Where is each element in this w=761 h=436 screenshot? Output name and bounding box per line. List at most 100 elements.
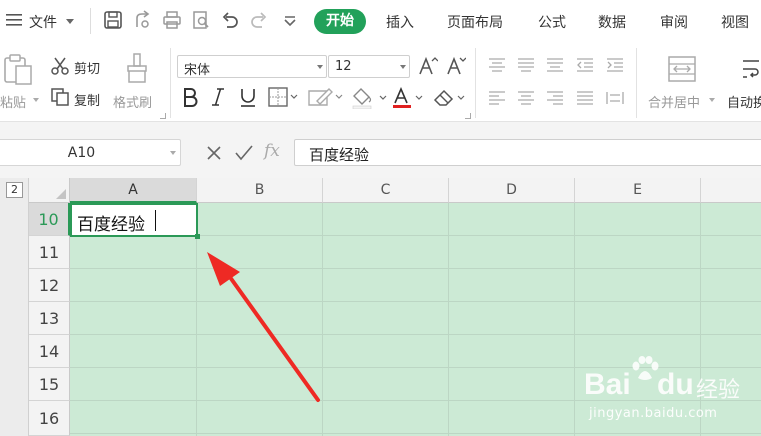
tab-view[interactable]: 视图: [721, 12, 749, 32]
decrease-font-size-icon[interactable]: [446, 56, 466, 76]
font-size-value: 12: [335, 59, 352, 74]
row-header-12[interactable]: 12: [29, 269, 70, 302]
align-right-icon[interactable]: [546, 91, 564, 105]
tab-data[interactable]: 数据: [598, 12, 626, 32]
name-box[interactable]: A10: [0, 139, 181, 166]
row-header-16[interactable]: 16: [29, 401, 70, 436]
fill-color-icon[interactable]: [350, 87, 390, 109]
baidu-jingyan-watermark: Bai du 经验 jingyan.baidu.com: [584, 356, 761, 436]
spreadsheet-grid: 2 A B C D E 10 11 12 13 14 15 16 百度经验 Ba…: [0, 178, 761, 436]
paste-chevron-down-icon[interactable]: [33, 98, 39, 102]
separator: [90, 8, 91, 34]
underline-icon[interactable]: [238, 87, 258, 107]
font-color-icon[interactable]: [392, 87, 428, 109]
increase-indent-icon[interactable]: [606, 58, 624, 72]
align-top-icon[interactable]: [488, 58, 506, 72]
export-icon[interactable]: [133, 10, 153, 30]
distributed-align-icon[interactable]: [606, 91, 624, 105]
merge-center-icon[interactable]: [667, 54, 697, 84]
column-header-d[interactable]: D: [449, 178, 575, 203]
confirm-check-icon[interactable]: [234, 144, 254, 162]
align-bottom-icon[interactable]: [546, 58, 564, 72]
bold-icon[interactable]: [181, 87, 199, 107]
insert-function-button[interactable]: fx: [264, 141, 280, 161]
copy-button[interactable]: 复制: [74, 90, 100, 109]
formula-bar: A10 fx 百度经验: [0, 122, 761, 179]
align-middle-icon[interactable]: [517, 58, 535, 72]
paste-icon[interactable]: [2, 52, 34, 86]
tab-insert[interactable]: 插入: [386, 12, 414, 32]
print-preview-icon[interactable]: [191, 10, 211, 30]
auto-wrap-button[interactable]: 自动换: [727, 92, 761, 111]
outline-gutter: [0, 178, 29, 436]
wrap-text-icon[interactable]: [741, 57, 761, 83]
tab-review[interactable]: 审阅: [660, 12, 688, 32]
cell-style-icon[interactable]: [307, 87, 343, 107]
hamburger-menu-icon[interactable]: [6, 13, 22, 27]
group-divider: [170, 48, 171, 118]
row-header-13[interactable]: 13: [29, 302, 70, 335]
formula-input-value: 百度经验: [309, 146, 370, 164]
scissors-icon: [51, 57, 69, 75]
merge-center-chevron-down-icon[interactable]: [709, 98, 715, 102]
print-icon[interactable]: [162, 10, 182, 30]
row-header-10[interactable]: 10: [29, 203, 70, 236]
column-header-c[interactable]: C: [323, 178, 449, 203]
text-cursor: [155, 210, 156, 231]
watermark-brand-cn: 经验: [696, 378, 741, 403]
cut-button[interactable]: 剪切: [74, 58, 100, 77]
increase-font-size-icon[interactable]: [418, 56, 438, 76]
file-menu[interactable]: 文件: [29, 12, 57, 32]
red-arrow-annotation: [207, 252, 320, 402]
justify-icon[interactable]: [576, 91, 594, 105]
column-header-e[interactable]: E: [575, 178, 701, 203]
column-header-b[interactable]: B: [197, 178, 323, 203]
tab-formulas[interactable]: 公式: [538, 12, 566, 32]
format-painter-icon: [127, 53, 147, 83]
paste-button[interactable]: 粘贴: [0, 92, 26, 111]
clear-format-eraser-icon[interactable]: [432, 87, 468, 109]
decrease-indent-icon[interactable]: [576, 58, 594, 72]
font-size-select[interactable]: 12: [328, 55, 410, 78]
align-center-icon[interactable]: [517, 91, 535, 105]
redo-icon[interactable]: [249, 10, 269, 30]
borders-icon[interactable]: [268, 87, 298, 107]
row-header-15[interactable]: 15: [29, 368, 70, 401]
group-divider: [475, 48, 476, 118]
copy-icon: [51, 88, 69, 106]
fill-handle[interactable]: [195, 234, 200, 239]
quick-access-more-icon[interactable]: [280, 10, 300, 30]
cancel-icon[interactable]: [206, 145, 222, 161]
font-name-chevron-down-icon[interactable]: [317, 65, 323, 69]
tab-home[interactable]: 开始: [314, 9, 366, 34]
undo-icon[interactable]: [220, 10, 240, 30]
clipboard-dialog-launcher-icon[interactable]: [160, 113, 166, 119]
font-size-chevron-down-icon[interactable]: [400, 65, 406, 69]
format-painter-button[interactable]: 格式刷: [113, 92, 152, 111]
cell-a10-value: 百度经验: [77, 215, 145, 235]
row-header-14[interactable]: 14: [29, 335, 70, 368]
file-menu-chevron-icon[interactable]: [66, 19, 74, 24]
italic-icon[interactable]: [210, 87, 226, 107]
name-box-chevron-down-icon[interactable]: [170, 151, 176, 155]
gridline: [70, 268, 761, 269]
active-cell-a10[interactable]: 百度经验: [70, 203, 198, 237]
formula-input[interactable]: 百度经验: [294, 139, 761, 166]
save-icon[interactable]: [103, 10, 123, 30]
select-all-corner[interactable]: [29, 178, 70, 203]
font-dialog-launcher-icon[interactable]: [465, 113, 471, 119]
font-name-select[interactable]: 宋体: [177, 55, 327, 78]
outline-level-button[interactable]: 2: [6, 182, 23, 198]
align-left-icon[interactable]: [488, 91, 506, 105]
watermark-brand-right: du: [657, 368, 694, 401]
row-header-11[interactable]: 11: [29, 236, 70, 269]
gridline: [70, 334, 761, 335]
column-header-a[interactable]: A: [70, 178, 197, 203]
ribbon-home: 粘贴 剪切 复制 格式刷 宋体 12 合并居中 自动换: [0, 42, 761, 122]
tab-page-layout[interactable]: 页面布局: [447, 12, 503, 32]
gridline: [574, 203, 575, 436]
name-box-value: A10: [67, 145, 96, 161]
merge-center-button[interactable]: 合并居中: [648, 92, 700, 111]
menu-bar: 文件 开始 插入 页面布局 公式 数据 审阅 视图: [0, 0, 761, 42]
column-header-f[interactable]: [701, 178, 761, 203]
